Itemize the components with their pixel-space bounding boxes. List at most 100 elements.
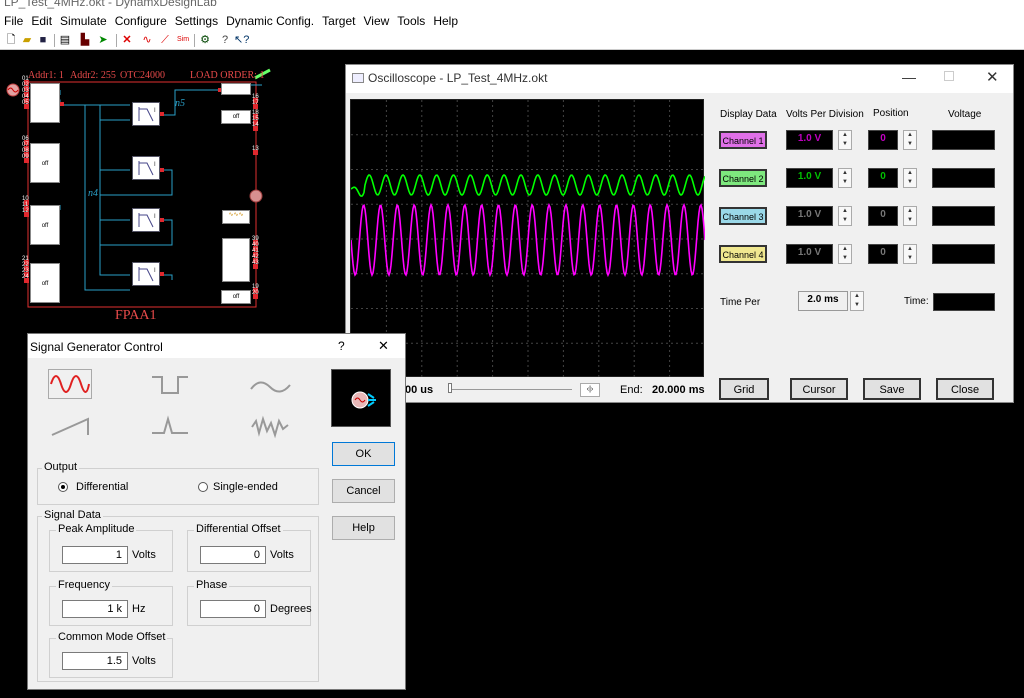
oscilloscope-title: Oscilloscope - LP_Test_4MHz.okt <box>368 71 548 85</box>
time-slider-track[interactable] <box>450 389 572 390</box>
channel-1-vpd-spinner[interactable]: ▲ ▼ <box>838 130 852 150</box>
channel-2-vpd[interactable]: 1.0 V <box>786 168 833 188</box>
io-cell-5[interactable] <box>221 83 251 95</box>
io-cell-9[interactable]: off <box>221 290 251 304</box>
dialog-close-icon[interactable]: ✕ <box>378 338 389 354</box>
pulse-wave-button[interactable] <box>148 411 192 441</box>
ok-button[interactable]: OK <box>332 442 395 466</box>
io-cell-1[interactable] <box>30 83 60 123</box>
print-icon[interactable]: ▤ <box>58 33 72 47</box>
square-wave-button[interactable] <box>148 369 192 399</box>
single-ended-radio[interactable] <box>198 482 208 492</box>
phase-field[interactable]: 0 <box>200 600 266 618</box>
end-time-value: 20.000 ms <box>652 384 705 396</box>
fpaa-load-order: LOAD ORDER: 1 <box>190 70 265 81</box>
channel-1-position[interactable]: 0 <box>868 130 898 150</box>
fpaa-canvas[interactable]: Addr1: 1 Addr2: 255 OTC24000 LOAD ORDER:… <box>0 50 345 340</box>
peak-amplitude-field[interactable]: 1 <box>62 546 128 564</box>
grid-button[interactable]: Grid <box>719 378 769 400</box>
settings-tool-icon[interactable]: ⚙ <box>198 33 212 47</box>
menu-settings[interactable]: Settings <box>171 10 222 28</box>
filter-cab-4[interactable]: I <box>132 262 160 286</box>
time-slider-thumb[interactable] <box>448 383 452 393</box>
close-button[interactable]: Close <box>936 378 994 400</box>
filter-cab-1[interactable]: I <box>132 102 160 126</box>
filter-cab-2[interactable]: I <box>132 156 160 180</box>
time-per-spinner[interactable]: ▲ ▼ <box>850 291 864 311</box>
channel-2-position[interactable]: 0 <box>868 168 898 188</box>
board-icon[interactable]: ▙ <box>78 33 92 47</box>
differential-offset-label: Differential Offset <box>194 523 283 535</box>
filter-cab-3[interactable]: I <box>132 208 160 232</box>
channel-2-button[interactable]: Channel 2 <box>719 169 767 187</box>
save-disk-icon[interactable]: ■ <box>36 33 50 47</box>
differential-radio[interactable] <box>58 482 68 492</box>
frequency-unit: Hz <box>132 603 146 615</box>
time-stepper[interactable]: ‹|› <box>580 383 600 397</box>
new-file-icon[interactable]: 🗋 <box>4 33 18 47</box>
channel-3-position-spinner[interactable]: ▲ ▼ <box>903 206 917 226</box>
io-cell-4[interactable]: off <box>30 263 60 303</box>
delete-icon[interactable]: ✕ <box>120 33 134 47</box>
minimize-icon[interactable]: — <box>902 69 916 85</box>
help-button[interactable]: Help <box>332 516 395 540</box>
filter-cab-2-label: I <box>154 162 156 168</box>
differential-label[interactable]: Differential <box>76 481 128 493</box>
channel-3-vpd[interactable]: 1.0 V <box>786 206 833 226</box>
channel-4-vpd-spinner[interactable]: ▲ ▼ <box>838 244 852 264</box>
channel-3-vpd-spinner[interactable]: ▲ ▼ <box>838 206 852 226</box>
fpaa-addr2: Addr2: 255 <box>70 70 116 81</box>
differential-offset-field[interactable]: 0 <box>200 546 266 564</box>
sine-wave-button[interactable] <box>48 369 92 399</box>
single-ended-label[interactable]: Single-ended <box>213 481 278 493</box>
channel-3-button[interactable]: Channel 3 <box>719 207 767 225</box>
sine-wave-icon[interactable]: ∿ <box>140 33 154 47</box>
menu-edit[interactable]: Edit <box>27 10 56 28</box>
io-cell-8[interactable] <box>222 238 250 282</box>
menu-dynamic-config[interactable]: Dynamic Config. <box>222 10 318 28</box>
channel-4-position[interactable]: 0 <box>868 244 898 264</box>
menu-file[interactable]: File <box>0 10 27 28</box>
sawtooth-wave-button[interactable] <box>48 411 92 441</box>
common-mode-offset-field[interactable]: 1.5 <box>62 652 128 670</box>
channel-2-position-spinner[interactable]: ▲ ▼ <box>903 168 917 188</box>
triangle-wave-button[interactable] <box>248 369 292 399</box>
channel-4-position-spinner[interactable]: ▲ ▼ <box>903 244 917 264</box>
channel-4-vpd[interactable]: 1.0 V <box>786 244 833 264</box>
download-icon[interactable]: ➤ <box>96 33 110 47</box>
menu-tools[interactable]: Tools <box>393 10 429 28</box>
io-cell-6[interactable]: off <box>221 110 251 124</box>
io-cell-3[interactable]: off <box>30 205 60 245</box>
channel-1-position-spinner[interactable]: ▲ ▼ <box>903 130 917 150</box>
menu-view[interactable]: View <box>360 10 394 28</box>
fpaa-otc: OTC24000 <box>120 70 165 81</box>
menu-configure[interactable]: Configure <box>111 10 171 28</box>
context-help-icon[interactable]: ↖? <box>234 33 249 47</box>
probe-icon[interactable]: ⟋ <box>158 33 172 47</box>
help-icon[interactable]: ? <box>218 33 232 47</box>
io-cell-7[interactable]: ∿∿∿ <box>222 210 250 224</box>
menu-simulate[interactable]: Simulate <box>56 10 111 28</box>
simulate-icon[interactable]: Sim <box>174 33 192 47</box>
oscilloscope-close-icon[interactable]: ✕ <box>986 68 999 86</box>
signal-generator-title-bar[interactable]: Signal Generator Control ? ✕ <box>28 334 405 358</box>
channel-1-vpd[interactable]: 1.0 V <box>786 130 833 150</box>
noise-wave-button[interactable] <box>248 411 292 441</box>
maximize-icon[interactable] <box>944 71 954 81</box>
oscilloscope-app-icon <box>352 73 364 83</box>
channel-4-button[interactable]: Channel 4 <box>719 245 767 263</box>
dialog-help-icon[interactable]: ? <box>338 339 345 353</box>
cursor-button[interactable]: Cursor <box>790 378 848 400</box>
frequency-field[interactable]: 1 k <box>62 600 128 618</box>
time-per-value[interactable]: 2.0 ms <box>798 291 848 311</box>
channel-3-position[interactable]: 0 <box>868 206 898 226</box>
oscilloscope-title-bar[interactable]: Oscilloscope - LP_Test_4MHz.okt — ✕ <box>346 65 1013 93</box>
open-folder-icon[interactable]: ▰ <box>20 33 34 47</box>
cancel-button[interactable]: Cancel <box>332 479 395 503</box>
channel-1-button[interactable]: Channel 1 <box>719 131 767 149</box>
save-button[interactable]: Save <box>863 378 921 400</box>
menu-target[interactable]: Target <box>318 10 359 28</box>
menu-help[interactable]: Help <box>429 10 462 28</box>
channel-2-vpd-spinner[interactable]: ▲ ▼ <box>838 168 852 188</box>
io-cell-2[interactable]: off <box>30 143 60 183</box>
